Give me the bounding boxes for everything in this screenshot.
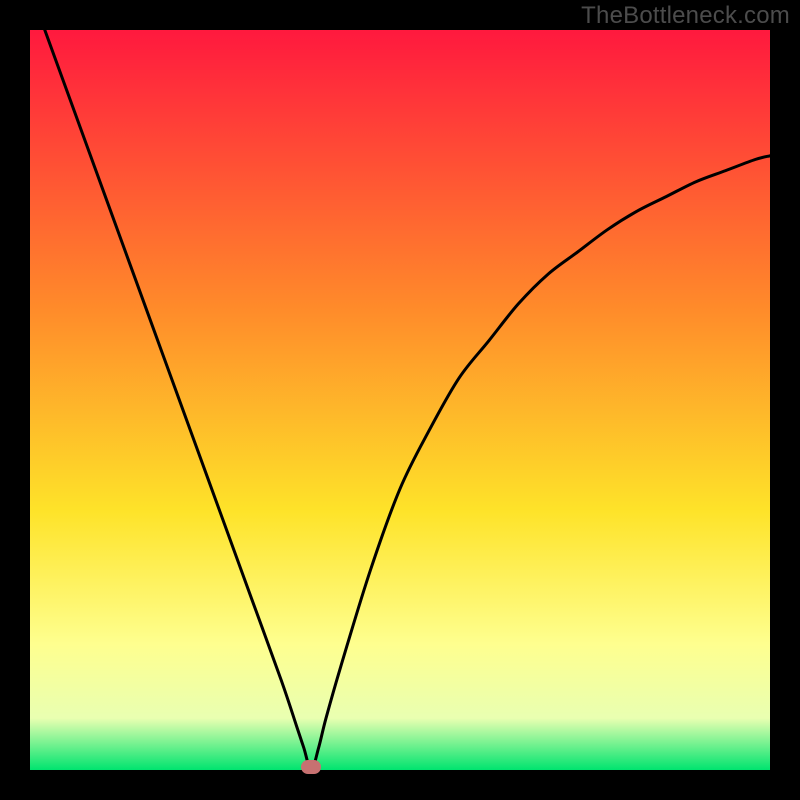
- chart-frame: TheBottleneck.com: [0, 0, 800, 800]
- optimum-marker: [301, 760, 321, 774]
- plot-area: [30, 30, 770, 770]
- bottleneck-curve: [45, 30, 770, 770]
- curve-layer: [30, 30, 770, 770]
- watermark-text: TheBottleneck.com: [581, 2, 790, 30]
